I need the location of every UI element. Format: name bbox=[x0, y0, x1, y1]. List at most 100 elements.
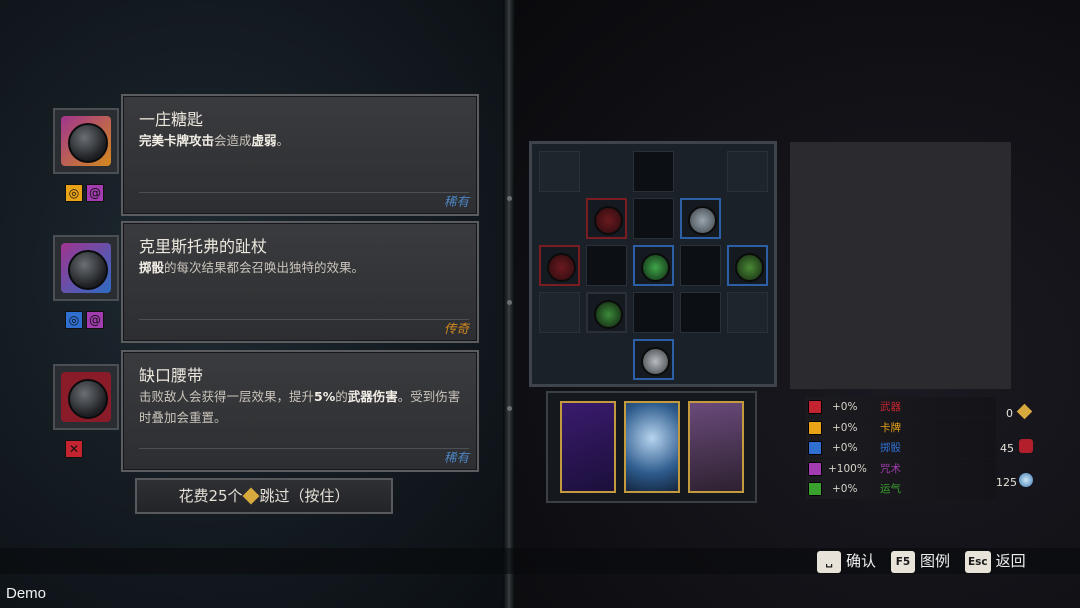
stat-card: +0% 卡牌 bbox=[806, 417, 996, 438]
relic-icon-tile[interactable] bbox=[53, 235, 119, 301]
divider-line bbox=[139, 319, 469, 320]
clover-stat-icon bbox=[808, 482, 822, 496]
relic-synergy-tags: ◎ @ bbox=[65, 182, 107, 204]
skip-action-label: 跳过（按住） bbox=[259, 487, 350, 505]
relic-preview-panel bbox=[790, 142, 1011, 389]
relic-choice[interactable]: ◎ @ 克里斯托弗的趾杖 掷骰的每次结果都会召唤出独特的效果。 传奇 bbox=[53, 221, 483, 345]
back-label: 返回 bbox=[995, 552, 1026, 570]
sword-stat-icon bbox=[808, 400, 822, 414]
relic-info-panel[interactable]: 缺口腰带击败敌人会获得一层效果，提升5%的武器伤害。受到伤害时叠加会重置。稀有 bbox=[121, 350, 479, 472]
sword-relic-icon bbox=[594, 206, 623, 235]
relic-description: 完美卡牌攻击会造成虚弱。 bbox=[139, 133, 290, 148]
stat-name: 运气 bbox=[880, 483, 901, 495]
relic-choice[interactable]: ◎ @ 一庄糖匙完美卡牌攻击会造成虚弱。稀有 bbox=[53, 94, 483, 218]
board-slot-luck[interactable] bbox=[633, 245, 674, 286]
sword-relic-icon bbox=[547, 253, 576, 282]
card-stat-icon bbox=[808, 420, 822, 435]
stat-hex: +100% 咒术 bbox=[806, 458, 996, 479]
f5-key-icon: F5 bbox=[891, 550, 915, 573]
relic-info-panel[interactable]: 一庄糖匙完美卡牌攻击会造成虚弱。稀有 bbox=[121, 94, 479, 216]
legend-hint[interactable]: F5 图例 bbox=[891, 549, 950, 573]
skip-hold-button[interactable]: 花费25个 跳过（按住） bbox=[135, 478, 393, 514]
relic-icon-tile[interactable] bbox=[53, 364, 119, 430]
board-deco-cell bbox=[539, 292, 580, 333]
board-empty-slot[interactable] bbox=[633, 198, 674, 239]
spiral-stat-icon bbox=[808, 461, 822, 476]
board-empty-slot[interactable] bbox=[633, 292, 674, 333]
stat-value: +0% bbox=[832, 421, 858, 434]
board-slot-dice[interactable] bbox=[680, 198, 721, 239]
relic-title: 克里斯托弗的趾杖 bbox=[139, 237, 268, 256]
gem-count: 0 bbox=[1006, 407, 1013, 420]
luck-relic-icon bbox=[594, 300, 623, 329]
confirm-label: 确认 bbox=[846, 552, 877, 570]
back-hint[interactable]: Esc 返回 bbox=[965, 549, 1026, 573]
relic-title: 缺口腰带 bbox=[139, 366, 204, 385]
stat-luck: +0% 运气 bbox=[806, 479, 996, 499]
board-empty-slot[interactable] bbox=[633, 151, 674, 192]
stat-weapon: +0% 武器 bbox=[806, 397, 996, 417]
stat-value: +0% bbox=[832, 442, 858, 454]
stat-dice: +0% 掷骰 bbox=[806, 438, 996, 458]
dice-tag-icon: ◎ bbox=[65, 311, 83, 329]
tornado-card[interactable] bbox=[624, 401, 680, 493]
stat-modifiers-list: +0% 武器 +0% 卡牌 +0% 掷骰 +100% 咒术 +0% 运气 bbox=[806, 397, 996, 500]
rivet bbox=[507, 406, 512, 411]
rivet bbox=[507, 300, 512, 305]
stat-name: 咒术 bbox=[880, 462, 901, 475]
relic-info-panel[interactable]: 克里斯托弗的趾杖 掷骰的每次结果都会召唤出独特的效果。 传奇 bbox=[121, 221, 479, 343]
sun-tag-icon: ◎ bbox=[65, 184, 83, 202]
relic-description: 击败敌人会获得一层效果，提升5%的武器伤害。受到伤害时叠加会重置。 bbox=[139, 389, 461, 425]
leaf-cube-relic-icon bbox=[735, 253, 764, 282]
space-key-icon: ␣ bbox=[817, 550, 841, 573]
relic-choice[interactable]: ✕ 缺口腰带击败敌人会获得一层效果，提升5%的武器伤害。受到伤害时叠加会重置。稀有 bbox=[53, 350, 483, 474]
relic-icon-tile[interactable] bbox=[53, 108, 119, 174]
spiral-tag-icon: @ bbox=[86, 184, 104, 202]
dice-relic-icon bbox=[688, 206, 717, 235]
health-count: 45 bbox=[1000, 442, 1014, 455]
stat-name: 掷骰 bbox=[880, 442, 901, 454]
relic-rarity: 稀有 bbox=[443, 450, 469, 465]
board-slot-weapon[interactable] bbox=[586, 198, 627, 239]
claw-staff-icon bbox=[68, 250, 108, 290]
board-empty-slot[interactable] bbox=[586, 245, 627, 286]
stat-value: +0% bbox=[832, 483, 858, 495]
dice-creature-card[interactable] bbox=[688, 401, 744, 493]
dice-stat-icon bbox=[808, 441, 822, 455]
divider-line bbox=[139, 192, 469, 193]
board-empty-slot[interactable] bbox=[680, 292, 721, 333]
skip-cost-label: 花费25个 bbox=[178, 487, 243, 505]
board-slot-luck[interactable] bbox=[727, 245, 768, 286]
board-deco-cell bbox=[727, 151, 768, 192]
relic-board bbox=[529, 141, 777, 387]
divider-line bbox=[139, 448, 469, 449]
sword-tag-icon: ✕ bbox=[65, 440, 83, 458]
sword-card[interactable] bbox=[560, 401, 616, 493]
spiral-tag-icon: @ bbox=[86, 311, 104, 329]
relic-synergy-tags: ◎ @ bbox=[65, 309, 107, 331]
confirm-hint[interactable]: ␣ 确认 bbox=[817, 549, 876, 573]
board-slot-dice[interactable] bbox=[633, 339, 674, 380]
relic-synergy-tags: ✕ bbox=[65, 438, 86, 460]
board-slot-weapon[interactable] bbox=[539, 245, 580, 286]
relic-description: 掷骰的每次结果都会召唤出独特的效果。 bbox=[139, 260, 365, 275]
relic-title: 一庄糖匙 bbox=[139, 110, 204, 129]
stat-value: +0% bbox=[832, 401, 858, 413]
belt-icon bbox=[68, 379, 108, 419]
stat-value: +100% bbox=[828, 462, 867, 475]
board-deco-cell bbox=[727, 292, 768, 333]
board-empty-slot[interactable] bbox=[680, 245, 721, 286]
legend-label: 图例 bbox=[920, 552, 951, 570]
stat-name: 武器 bbox=[880, 401, 901, 413]
rivet bbox=[507, 196, 512, 201]
orb-count: 125 bbox=[996, 476, 1017, 489]
stat-name: 卡牌 bbox=[880, 421, 901, 434]
esc-key-icon: Esc bbox=[965, 550, 991, 573]
gem-currency-icon bbox=[242, 487, 260, 505]
health-potion-icon bbox=[1019, 439, 1033, 453]
relic-rarity: 稀有 bbox=[443, 194, 469, 209]
board-slot-luck[interactable] bbox=[586, 292, 627, 333]
spoon-icon bbox=[68, 123, 108, 163]
mana-orb-icon bbox=[1019, 473, 1033, 487]
clover-relic-icon bbox=[641, 253, 670, 282]
